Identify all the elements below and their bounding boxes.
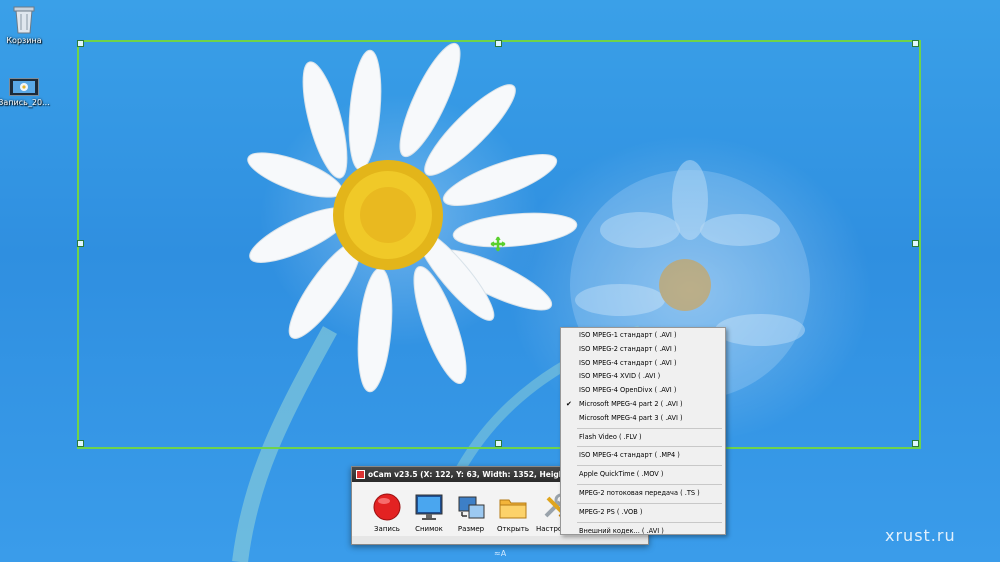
desktop-icon-label: Корзина (6, 36, 42, 45)
menu-item[interactable]: ISO MPEG-4 стандарт ( .AVI ) (561, 357, 725, 371)
menu-item-label: ISO MPEG-2 стандарт ( .AVI ) (579, 344, 677, 353)
menu-item[interactable]: MPEG-2 PS ( .VOB ) (561, 506, 725, 520)
open-button[interactable]: Открыть (494, 492, 532, 533)
menu-item[interactable]: ISO MPEG-4 стандарт ( .MP4 ) (561, 449, 725, 463)
resize-icon (458, 496, 485, 519)
resize-handle-bottom-left[interactable] (77, 440, 84, 447)
menu-separator (577, 521, 722, 523)
menu-separator (577, 446, 722, 448)
resize-handle-left[interactable] (77, 240, 84, 247)
menu-item[interactable]: Microsoft MPEG-4 part 3 ( .AVI ) (561, 412, 725, 426)
record-button[interactable]: Запись (368, 492, 406, 533)
open-button-label: Открыть (497, 525, 529, 533)
codec-context-menu: ISO MPEG-1 стандарт ( .AVI ) ISO MPEG-2 … (560, 327, 726, 535)
record-button-label: Запись (374, 525, 400, 533)
menu-item-label: Apple QuickTime ( .MOV ) (579, 470, 664, 479)
menu-item[interactable]: MPEG-2 потоковая передача ( .TS ) (561, 487, 725, 501)
watermark-text: xrust.ru (885, 526, 956, 545)
ocam-app-icon (356, 470, 365, 479)
menu-item-label: ISO MPEG-4 стандарт ( .AVI ) (579, 358, 677, 367)
menu-item-label: ISO MPEG-4 стандарт ( .MP4 ) (579, 451, 680, 460)
menu-item[interactable]: Apple QuickTime ( .MOV ) (561, 468, 725, 482)
screenshot-monitor-icon (415, 494, 443, 520)
menu-item[interactable]: ISO MPEG-2 стандарт ( .AVI ) (561, 343, 725, 357)
resize-handle-top-left[interactable] (77, 40, 84, 47)
menu-item-selected[interactable]: ✔ Microsoft MPEG-4 part 2 ( .AVI ) (561, 398, 725, 412)
menu-item-label: MPEG-2 потоковая передача ( .TS ) (579, 488, 700, 497)
ocam-title-text: oCam v23.5 (X: 122, Y: 63, Width: 1352, … (368, 470, 593, 479)
resize-handle-bottom[interactable] (495, 440, 502, 447)
video-file-icon (9, 78, 39, 96)
desktop-icon-video-file[interactable]: Запись_20... (0, 78, 54, 107)
resize-handle-top-right[interactable] (912, 40, 919, 47)
menu-item-label: ISO MPEG-1 стандарт ( .AVI ) (579, 331, 677, 339)
record-icon (373, 493, 401, 521)
screenshot-button[interactable]: Снимок (410, 492, 448, 533)
move-crosshair-icon[interactable] (490, 236, 506, 252)
resize-handle-top[interactable] (495, 40, 502, 47)
menu-item-label: Microsoft MPEG-4 part 3 ( .AVI ) (579, 413, 683, 422)
folder-icon (499, 499, 527, 519)
menu-item-label: ISO MPEG-4 OpenDivx ( .AVI ) (579, 386, 677, 395)
taskbar-hint: ≈A (494, 549, 507, 558)
menu-item-label: Внешний кодек... ( .AVI ) (579, 526, 664, 535)
resize-button-label: Размер (457, 525, 485, 533)
desktop-icon-recycle-bin[interactable]: Корзина (0, 4, 54, 45)
menu-item[interactable]: ISO MPEG-1 стандарт ( .AVI ) (561, 329, 725, 343)
menu-separator (577, 465, 722, 467)
menu-item[interactable]: ISO MPEG-4 OpenDivx ( .AVI ) (561, 384, 725, 398)
checkmark-icon: ✔ (566, 399, 572, 408)
recycle-bin-icon (13, 6, 35, 34)
menu-item-label: Flash Video ( .FLV ) (579, 432, 642, 441)
desktop-icon-label: Запись_20... (0, 98, 50, 107)
menu-item[interactable]: Flash Video ( .FLV ) (561, 431, 725, 445)
menu-separator (577, 427, 722, 429)
menu-item-label: ISO MPEG-4 XVID ( .AVI ) (579, 372, 661, 381)
menu-item-label: Microsoft MPEG-4 part 2 ( .AVI ) (579, 399, 683, 408)
menu-item-label: MPEG-2 PS ( .VOB ) (579, 507, 643, 516)
resize-handle-right[interactable] (912, 240, 919, 247)
menu-item[interactable]: ISO MPEG-4 XVID ( .AVI ) (561, 370, 725, 384)
menu-separator (577, 502, 722, 504)
screenshot-button-label: Снимок (415, 525, 443, 533)
menu-separator (577, 483, 722, 485)
menu-item[interactable]: Внешний кодек... ( .AVI ) (561, 525, 725, 539)
resize-button[interactable]: Размер (452, 492, 490, 533)
resize-handle-bottom-right[interactable] (912, 440, 919, 447)
